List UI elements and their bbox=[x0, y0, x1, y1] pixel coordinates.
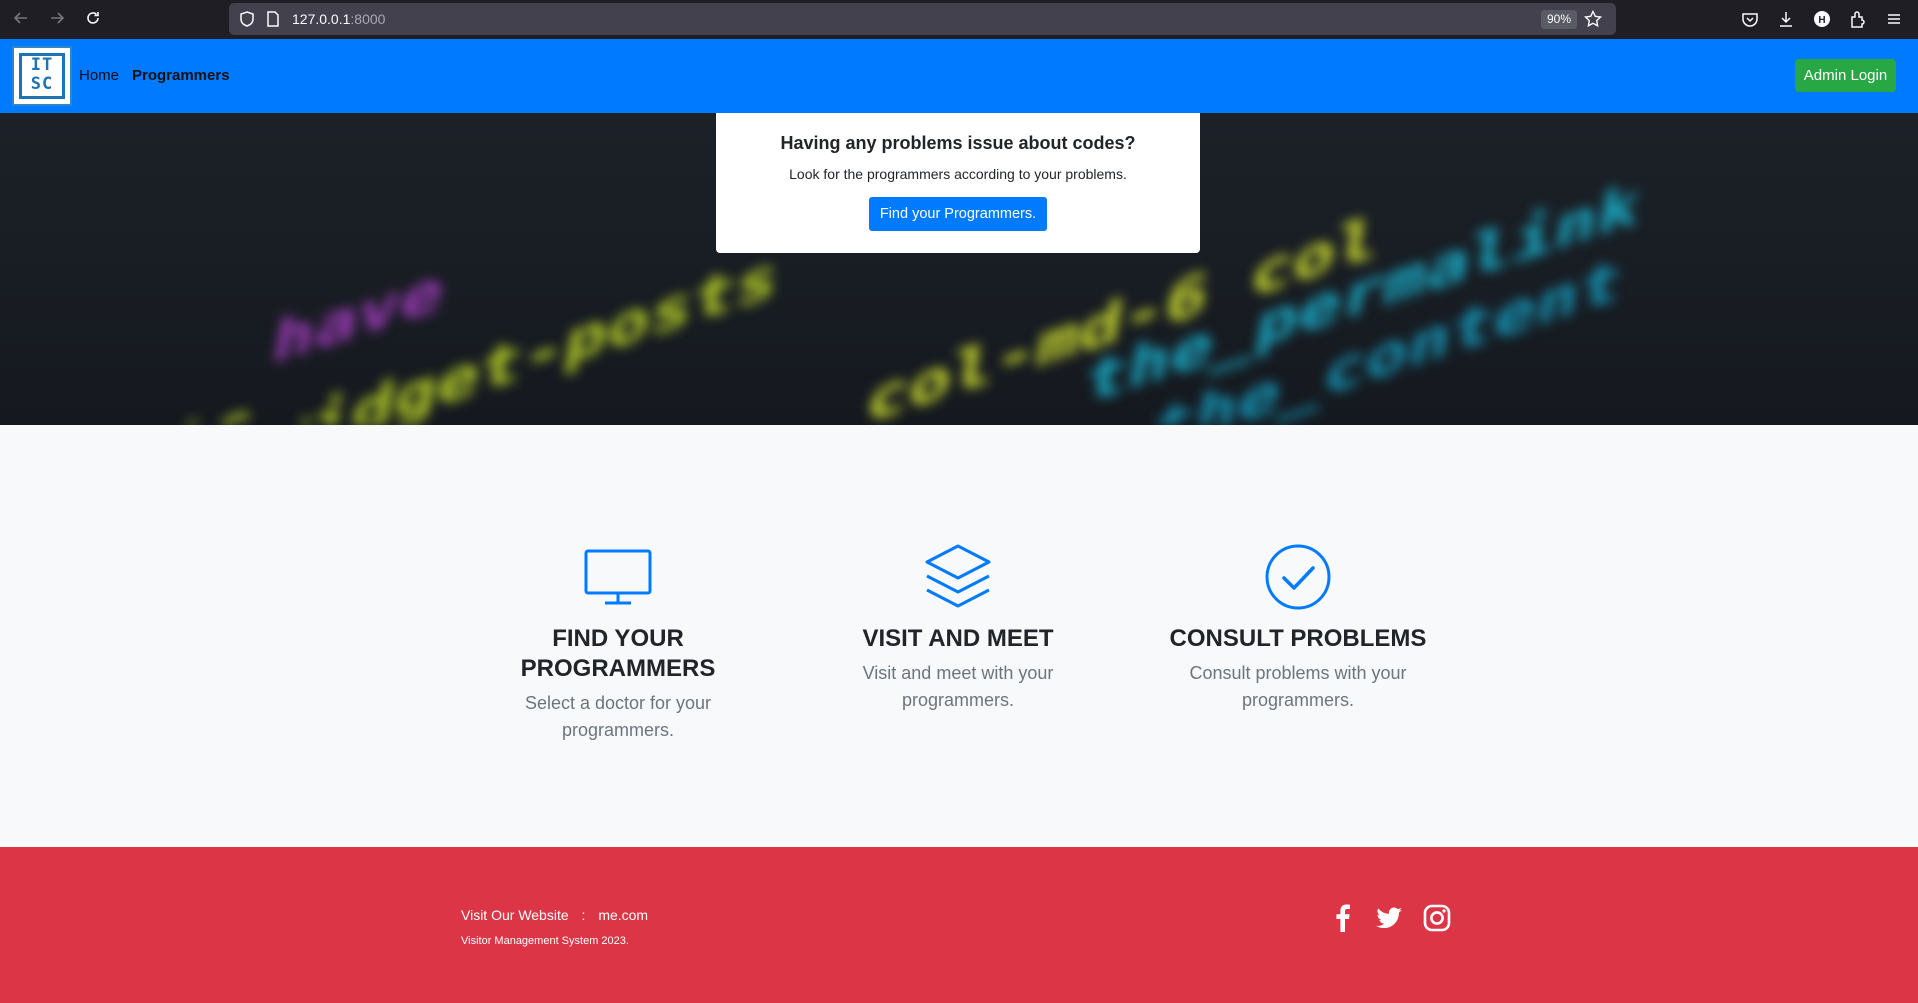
facebook-icon[interactable] bbox=[1328, 903, 1358, 933]
feature-consult-problems: CONSULT PROBLEMS Consult problems with y… bbox=[1158, 542, 1438, 714]
feature-title: FIND YOUR PROGRAMMERS bbox=[520, 625, 716, 682]
hero-card: Having any problems issue about codes? L… bbox=[716, 113, 1200, 253]
url-port: :8000 bbox=[350, 11, 386, 27]
back-button[interactable] bbox=[7, 4, 35, 32]
logo-text: IT SC bbox=[19, 53, 65, 99]
feature-find-programmers: FIND YOUR PROGRAMMERS Select a doctor fo… bbox=[478, 542, 758, 744]
footer-copyright: Visitor Management System 2023. bbox=[461, 935, 629, 947]
hero-title: Having any problems issue about codes? bbox=[780, 133, 1136, 153]
browser-toolbar: 127.0.0.1:8000 90% H bbox=[0, 0, 1918, 39]
site-logo[interactable]: IT SC bbox=[12, 46, 72, 106]
layers-icon bbox=[925, 544, 991, 608]
feature-text: Select a doctor for your programmers. bbox=[524, 693, 712, 740]
monitor-icon bbox=[584, 549, 652, 605]
check-circle-icon bbox=[1265, 544, 1331, 610]
svg-text:H: H bbox=[1818, 15, 1825, 26]
svg-text:the_posts: the_posts bbox=[0, 387, 261, 425]
admin-login-button[interactable]: Admin Login bbox=[1795, 59, 1896, 92]
feature-visit-meet: VISIT AND MEET Visit and meet with your … bbox=[818, 542, 1098, 714]
url-host: 127.0.0.1 bbox=[292, 11, 351, 27]
twitter-icon[interactable] bbox=[1374, 903, 1404, 933]
features-section: FIND YOUR PROGRAMMERS Select a doctor fo… bbox=[0, 425, 1918, 847]
hero-banner: the_posts have wt_query widget-posts fun… bbox=[0, 113, 1918, 425]
feature-title: CONSULT PROBLEMS bbox=[1169, 625, 1427, 652]
nav-programmers[interactable]: Programmers bbox=[132, 39, 230, 113]
arrow-left-icon bbox=[13, 12, 27, 24]
site-navbar: IT SC Home Programmers Admin Login bbox=[0, 39, 1918, 113]
feature-text: Visit and meet with your programmers. bbox=[862, 663, 1054, 710]
reload-button[interactable] bbox=[79, 4, 107, 32]
feature-title: VISIT AND MEET bbox=[862, 625, 1054, 652]
footer-website-line: Visit Our Website : me.com bbox=[461, 907, 648, 923]
arrow-right-icon bbox=[51, 12, 65, 24]
extensions-icon[interactable] bbox=[1848, 9, 1868, 29]
site-footer: Visit Our Website : me.com Visitor Manag… bbox=[0, 847, 1918, 1003]
find-programmers-button[interactable]: Find your Programmers. bbox=[868, 197, 1048, 231]
instagram-icon[interactable] bbox=[1422, 903, 1452, 933]
shield-icon[interactable] bbox=[237, 9, 257, 29]
nav-home[interactable]: Home bbox=[79, 39, 119, 113]
hero-subtitle: Look for the programmers according to yo… bbox=[789, 166, 1127, 182]
forward-button[interactable] bbox=[43, 4, 71, 32]
reload-icon bbox=[87, 12, 99, 24]
menu-icon[interactable] bbox=[1884, 9, 1904, 29]
download-icon[interactable] bbox=[1776, 9, 1796, 29]
website-link[interactable]: me.com bbox=[598, 907, 648, 923]
url-text[interactable]: 127.0.0.1:8000 bbox=[292, 3, 385, 35]
pocket-icon[interactable] bbox=[1740, 9, 1760, 29]
page-icon bbox=[263, 9, 283, 29]
visit-website-label: Visit Our Website bbox=[461, 907, 569, 923]
footer-separator: : bbox=[581, 907, 586, 923]
account-avatar-icon[interactable]: H bbox=[1812, 9, 1832, 29]
bookmark-star-icon[interactable] bbox=[1583, 9, 1603, 29]
zoom-level[interactable]: 90% bbox=[1541, 10, 1578, 29]
feature-text: Consult problems with your programmers. bbox=[1189, 663, 1407, 710]
address-bar[interactable]: 127.0.0.1:8000 90% bbox=[229, 3, 1616, 35]
